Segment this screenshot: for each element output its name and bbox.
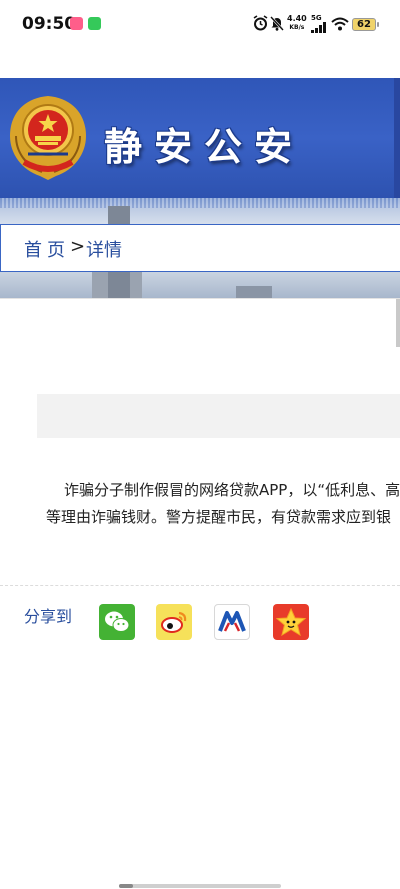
scrollbar[interactable]	[396, 299, 400, 347]
home-indicator-thumb	[119, 884, 133, 888]
wifi-icon	[331, 17, 349, 31]
site-title: 静安公安	[104, 124, 305, 169]
divider	[0, 585, 400, 586]
weibo-icon	[161, 611, 187, 633]
net-speed-unit: KB/s	[289, 24, 305, 31]
share-weibo-button[interactable]	[156, 604, 192, 640]
banner-building	[236, 286, 272, 298]
signal-icon	[311, 22, 326, 33]
breadcrumb-current: 详情	[86, 240, 122, 261]
header-top-spacer	[0, 50, 400, 78]
net-speed-value: 4.40	[287, 14, 307, 23]
mute-icon	[270, 16, 284, 31]
renren-icon	[218, 611, 246, 632]
header-banner: 首页 > 详情	[0, 198, 400, 298]
breadcrumb: 首页 > 详情	[0, 224, 400, 272]
breadcrumb-home-link[interactable]: 首页	[24, 236, 70, 262]
home-indicator[interactable]	[0, 882, 400, 889]
status-time: 09:50	[22, 14, 77, 34]
app-notification-icon	[70, 17, 83, 30]
qzone-icon	[275, 607, 307, 637]
alarm-icon	[253, 15, 268, 31]
article-line: 诈骗分子制作假冒的网络贷款APP，以“低利息、高	[64, 481, 400, 499]
home-indicator-bar	[119, 884, 281, 888]
article-line: 等理由诈骗钱财。警方提醒市民，有贷款需求应到银	[46, 508, 392, 526]
share-renren-button[interactable]	[214, 604, 250, 640]
breadcrumb-separator: >	[70, 236, 86, 257]
article-body: 诈骗分子制作假冒的网络贷款APP，以“低利息、高 等理由诈骗钱财。警方提醒市民，…	[46, 477, 400, 531]
share-label: 分享到	[24, 607, 73, 626]
status-bar: 09:50 4.40 KB/s 5G 62	[0, 0, 400, 50]
article-content: 诈骗分子制作假冒的网络贷款APP，以“低利息、高 等理由诈骗钱财。警方提醒市民，…	[0, 298, 400, 882]
site-header: 静安公安	[0, 78, 400, 198]
wechat-icon	[105, 611, 130, 632]
share-wechat-button[interactable]	[99, 604, 135, 640]
article-meta-bar	[37, 394, 400, 438]
share-qzone-button[interactable]	[273, 604, 309, 640]
banner-pattern	[0, 198, 400, 208]
police-emblem-icon	[10, 96, 86, 180]
network-type: 5G	[311, 14, 322, 22]
net-speed: 4.40 KB/s	[287, 14, 307, 32]
battery-icon: 62	[352, 18, 379, 31]
app-notification-icon	[88, 17, 101, 30]
